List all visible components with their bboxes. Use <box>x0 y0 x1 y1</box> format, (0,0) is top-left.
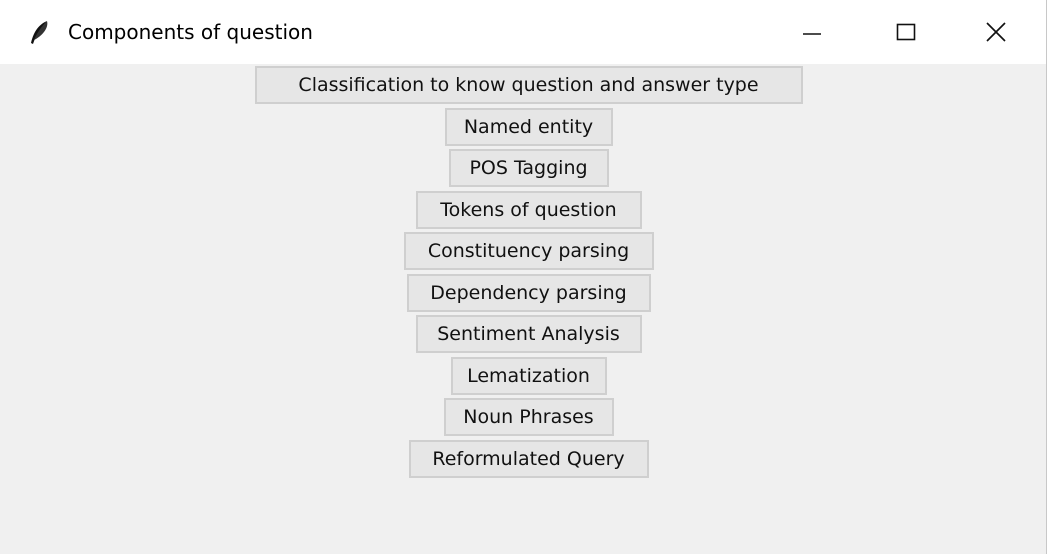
window-title: Components of question <box>68 20 313 44</box>
component-button-constituency-parsing[interactable]: Constituency parsing <box>403 232 654 270</box>
component-button-lematization[interactable]: Lematization <box>450 356 607 395</box>
title-bar[interactable]: Components of question <box>0 0 1046 64</box>
component-button-sentiment-analysis[interactable]: Sentiment Analysis <box>415 315 642 353</box>
content-area: Classification to know question and answ… <box>0 64 1046 554</box>
app-window: Components of question Classification to… <box>0 0 1047 554</box>
maximize-button[interactable] <box>866 4 946 60</box>
minimize-icon <box>803 33 821 35</box>
component-button-classification-to-know-question-and-answer-type[interactable]: Classification to know question and answ… <box>254 66 803 104</box>
component-button-noun-phrases[interactable]: Noun Phrases <box>443 398 614 436</box>
feather-icon <box>31 21 48 44</box>
component-button-list: Classification to know question and answ… <box>0 64 1057 478</box>
close-button[interactable] <box>956 4 1036 60</box>
component-button-pos-tagging[interactable]: POS Tagging <box>448 149 609 187</box>
component-button-tokens-of-question[interactable]: Tokens of question <box>415 190 642 229</box>
component-button-dependency-parsing[interactable]: Dependency parsing <box>406 273 651 312</box>
maximize-icon <box>896 23 916 41</box>
minimize-button[interactable] <box>772 4 852 60</box>
component-button-named-entity[interactable]: Named entity <box>444 107 613 146</box>
close-icon <box>986 22 1006 42</box>
component-button-reformulated-query[interactable]: Reformulated Query <box>408 439 649 478</box>
